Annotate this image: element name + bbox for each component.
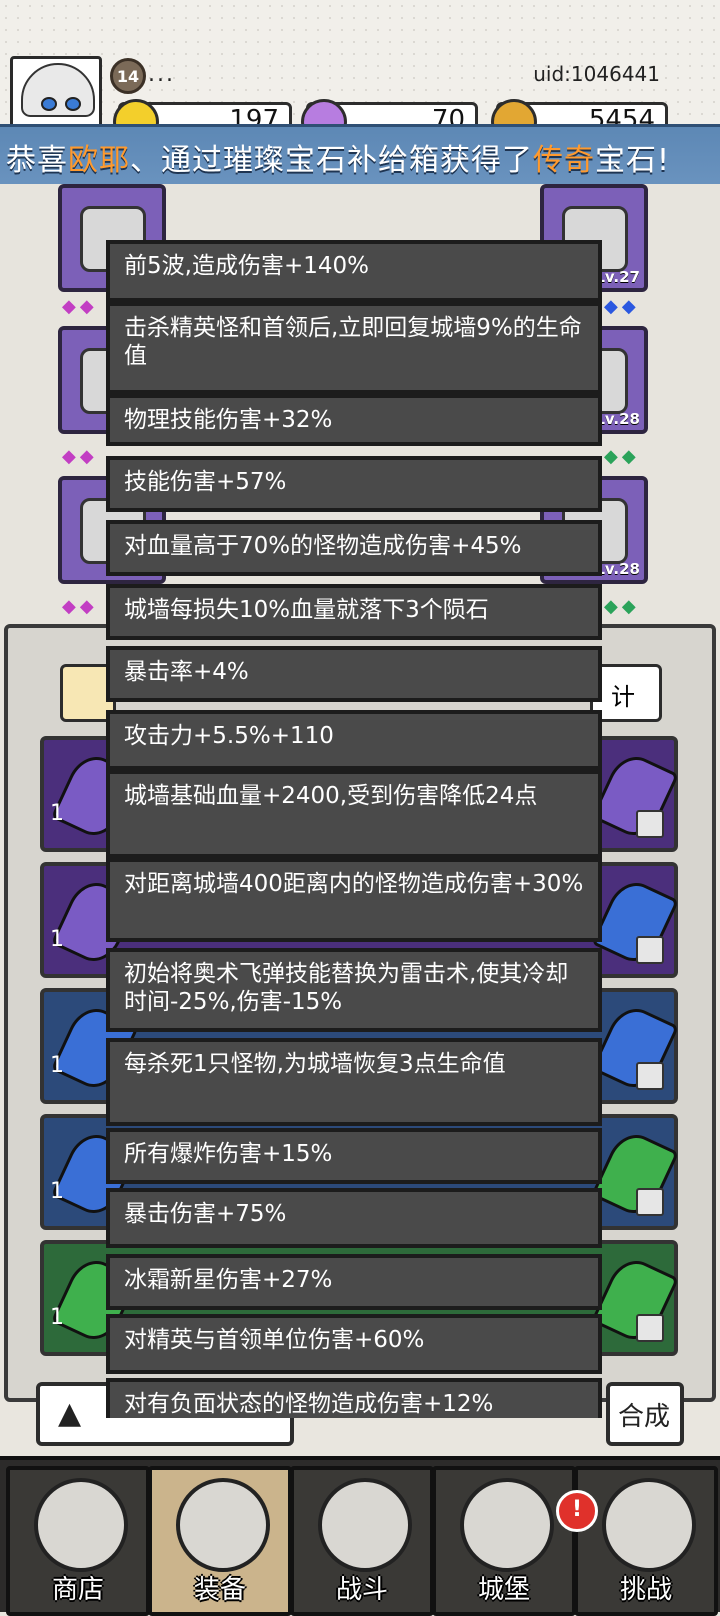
equip-level: Lv.27 bbox=[595, 268, 640, 286]
gem-dots: ◆◆ bbox=[604, 446, 640, 467]
stat-text: 城墙基础血量+2400,受到伤害降低24点 bbox=[124, 783, 538, 809]
stat-entry: 击杀精英怪和首领后,立即回复城墙9%的生命值 bbox=[106, 302, 602, 394]
green-gem-icon bbox=[590, 1126, 680, 1222]
stat-entry: 对精英与首领单位伤害+60% bbox=[106, 1314, 602, 1374]
player-name: ... bbox=[148, 62, 175, 87]
gem-type-icon bbox=[636, 1314, 664, 1342]
green-gem-icon bbox=[590, 1252, 680, 1348]
stat-text: 击杀精英怪和首领后,立即回复城墙9%的生命值 bbox=[124, 315, 582, 369]
stat-entry: 对有负面状态的怪物造成伤害+12% bbox=[106, 1378, 602, 1418]
purple-gem-icon bbox=[590, 748, 680, 844]
stat-entry: 对距离城墙400距离内的怪物造成伤害+30% bbox=[106, 858, 602, 942]
stat-text: 暴击伤害+75% bbox=[124, 1201, 287, 1227]
stat-entry: 冰霜新星伤害+27% bbox=[106, 1254, 602, 1310]
top-header: 14 ... uid:1046441 197 70 5454 bbox=[0, 0, 720, 145]
gem-dots: ◆◆ bbox=[604, 596, 640, 617]
blue-gem-icon bbox=[590, 1000, 680, 1096]
player-level-badge: 14 bbox=[110, 58, 146, 94]
stat-text: 城墙每损失10%血量就落下3个陨石 bbox=[124, 597, 489, 623]
stat-entry: 所有爆炸伤害+15% bbox=[106, 1128, 602, 1184]
gem-count: 1 bbox=[50, 927, 64, 952]
merge-button[interactable]: 合成 bbox=[606, 1382, 684, 1446]
nav-battle[interactable]: 战斗 bbox=[290, 1466, 434, 1616]
stat-text: 对精英与首领单位伤害+60% bbox=[124, 1327, 425, 1353]
battle-icon bbox=[318, 1478, 412, 1572]
bottom-nav: 商店 装备 战斗 城堡 挑战 bbox=[0, 1456, 720, 1616]
stat-text: 前5波,造成伤害+140% bbox=[124, 253, 369, 279]
stat-text: 攻击力+5.5%+110 bbox=[124, 723, 334, 749]
announcement-text: 恭喜欧耶、通过璀璨宝石补给箱获得了传奇宝石! bbox=[6, 135, 670, 179]
avatar-eye-left bbox=[41, 97, 57, 111]
nav-battle-label: 战斗 bbox=[335, 1575, 388, 1605]
stat-text: 所有爆炸伤害+15% bbox=[124, 1141, 333, 1167]
stats-tooltip[interactable]: 前5波,造成伤害+140% 击杀精英怪和首领后,立即回复城墙9%的生命值 物理技… bbox=[106, 240, 602, 1418]
stat-text: 初始将奥术飞弹技能替换为雷击术,使其冷却时间-25%,伤害-15% bbox=[124, 961, 569, 1015]
stat-text: 每杀死1只怪物,为城墙恢复3点生命值 bbox=[124, 1051, 506, 1077]
stat-text: 冰霜新星伤害+27% bbox=[124, 1267, 333, 1293]
gem-type-icon bbox=[636, 1188, 664, 1216]
gem-dots: ◆◆ bbox=[62, 296, 98, 317]
stat-entry: 城墙每损失10%血量就落下3个陨石 bbox=[106, 584, 602, 640]
blue-gem-icon bbox=[590, 874, 680, 970]
shop-icon bbox=[34, 1478, 128, 1572]
announcement-banner: 恭喜欧耶、通过璀璨宝石补给箱获得了传奇宝石! bbox=[0, 124, 720, 190]
stat-entry: 物理技能伤害+32% bbox=[106, 394, 602, 446]
nav-shop-label: 商店 bbox=[51, 1575, 104, 1605]
gem-type-icon bbox=[636, 810, 664, 838]
nav-shop[interactable]: 商店 bbox=[6, 1466, 150, 1616]
gem-dots: ◆◆ bbox=[62, 596, 98, 617]
nav-castle-label: 城堡 bbox=[477, 1575, 530, 1605]
merge-button-label: 合成 bbox=[618, 1402, 671, 1432]
stat-text: 对血量高于70%的怪物造成伤害+45% bbox=[124, 533, 522, 559]
stats-button-label: 计 bbox=[611, 683, 635, 711]
player-uid: uid:1046441 bbox=[533, 62, 660, 86]
nav-challenge-label: 挑战 bbox=[619, 1575, 672, 1605]
stat-entry: 技能伤害+57% bbox=[106, 456, 602, 512]
gem-type-icon bbox=[636, 1062, 664, 1090]
equip-level: Lv.28 bbox=[595, 560, 640, 578]
challenge-icon bbox=[602, 1478, 696, 1572]
stat-entry: 对血量高于70%的怪物造成伤害+45% bbox=[106, 520, 602, 576]
stat-text: 对距离城墙400距离内的怪物造成伤害+30% bbox=[124, 871, 584, 897]
stat-text: 对有负面状态的怪物造成伤害+12% bbox=[124, 1391, 494, 1417]
stat-entry: 前5波,造成伤害+140% bbox=[106, 240, 602, 302]
gem-count: 1 bbox=[50, 801, 64, 826]
equipment-icon bbox=[176, 1478, 270, 1572]
castle-icon bbox=[460, 1478, 554, 1572]
stat-text: 技能伤害+57% bbox=[124, 469, 287, 495]
notification-badge: ! bbox=[556, 1490, 598, 1532]
up-arrow-icon: ▲ bbox=[58, 1396, 82, 1431]
nav-challenge[interactable]: 挑战 bbox=[574, 1466, 718, 1616]
nav-equipment[interactable]: 装备 bbox=[148, 1466, 292, 1616]
banner-prefix: 恭喜 bbox=[6, 143, 68, 178]
stat-entry: 攻击力+5.5%+110 bbox=[106, 710, 602, 770]
nav-castle[interactable]: 城堡 bbox=[432, 1466, 576, 1616]
avatar-hair bbox=[21, 63, 95, 117]
banner-middle: 、通过璀璨宝石补给箱获得了 bbox=[130, 143, 533, 178]
banner-player: 欧耶 bbox=[68, 143, 130, 178]
stat-entry: 暴击伤害+75% bbox=[106, 1188, 602, 1248]
avatar-eye-right bbox=[65, 97, 81, 111]
gem-dots: ◆◆ bbox=[62, 446, 98, 467]
gem-count: 1 bbox=[50, 1053, 64, 1078]
stat-text: 暴击率+4% bbox=[124, 659, 249, 685]
gem-dots: ◆◆ bbox=[604, 296, 640, 317]
stat-entry: 城墙基础血量+2400,受到伤害降低24点 bbox=[106, 770, 602, 858]
stat-entry: 初始将奥术飞弹技能替换为雷击术,使其冷却时间-25%,伤害-15% bbox=[106, 948, 602, 1032]
stat-text: 物理技能伤害+32% bbox=[124, 407, 333, 433]
stat-entry: 暴击率+4% bbox=[106, 646, 602, 702]
gem-count: 1 bbox=[50, 1179, 64, 1204]
gem-count: 1 bbox=[50, 1305, 64, 1330]
nav-equipment-label: 装备 bbox=[193, 1575, 246, 1605]
equip-level: Lv.28 bbox=[595, 410, 640, 428]
gem-type-icon bbox=[636, 936, 664, 964]
banner-rarity: 传奇 bbox=[533, 143, 595, 178]
banner-suffix: 宝石! bbox=[595, 143, 671, 178]
stat-entry: 每杀死1只怪物,为城墙恢复3点生命值 bbox=[106, 1038, 602, 1126]
